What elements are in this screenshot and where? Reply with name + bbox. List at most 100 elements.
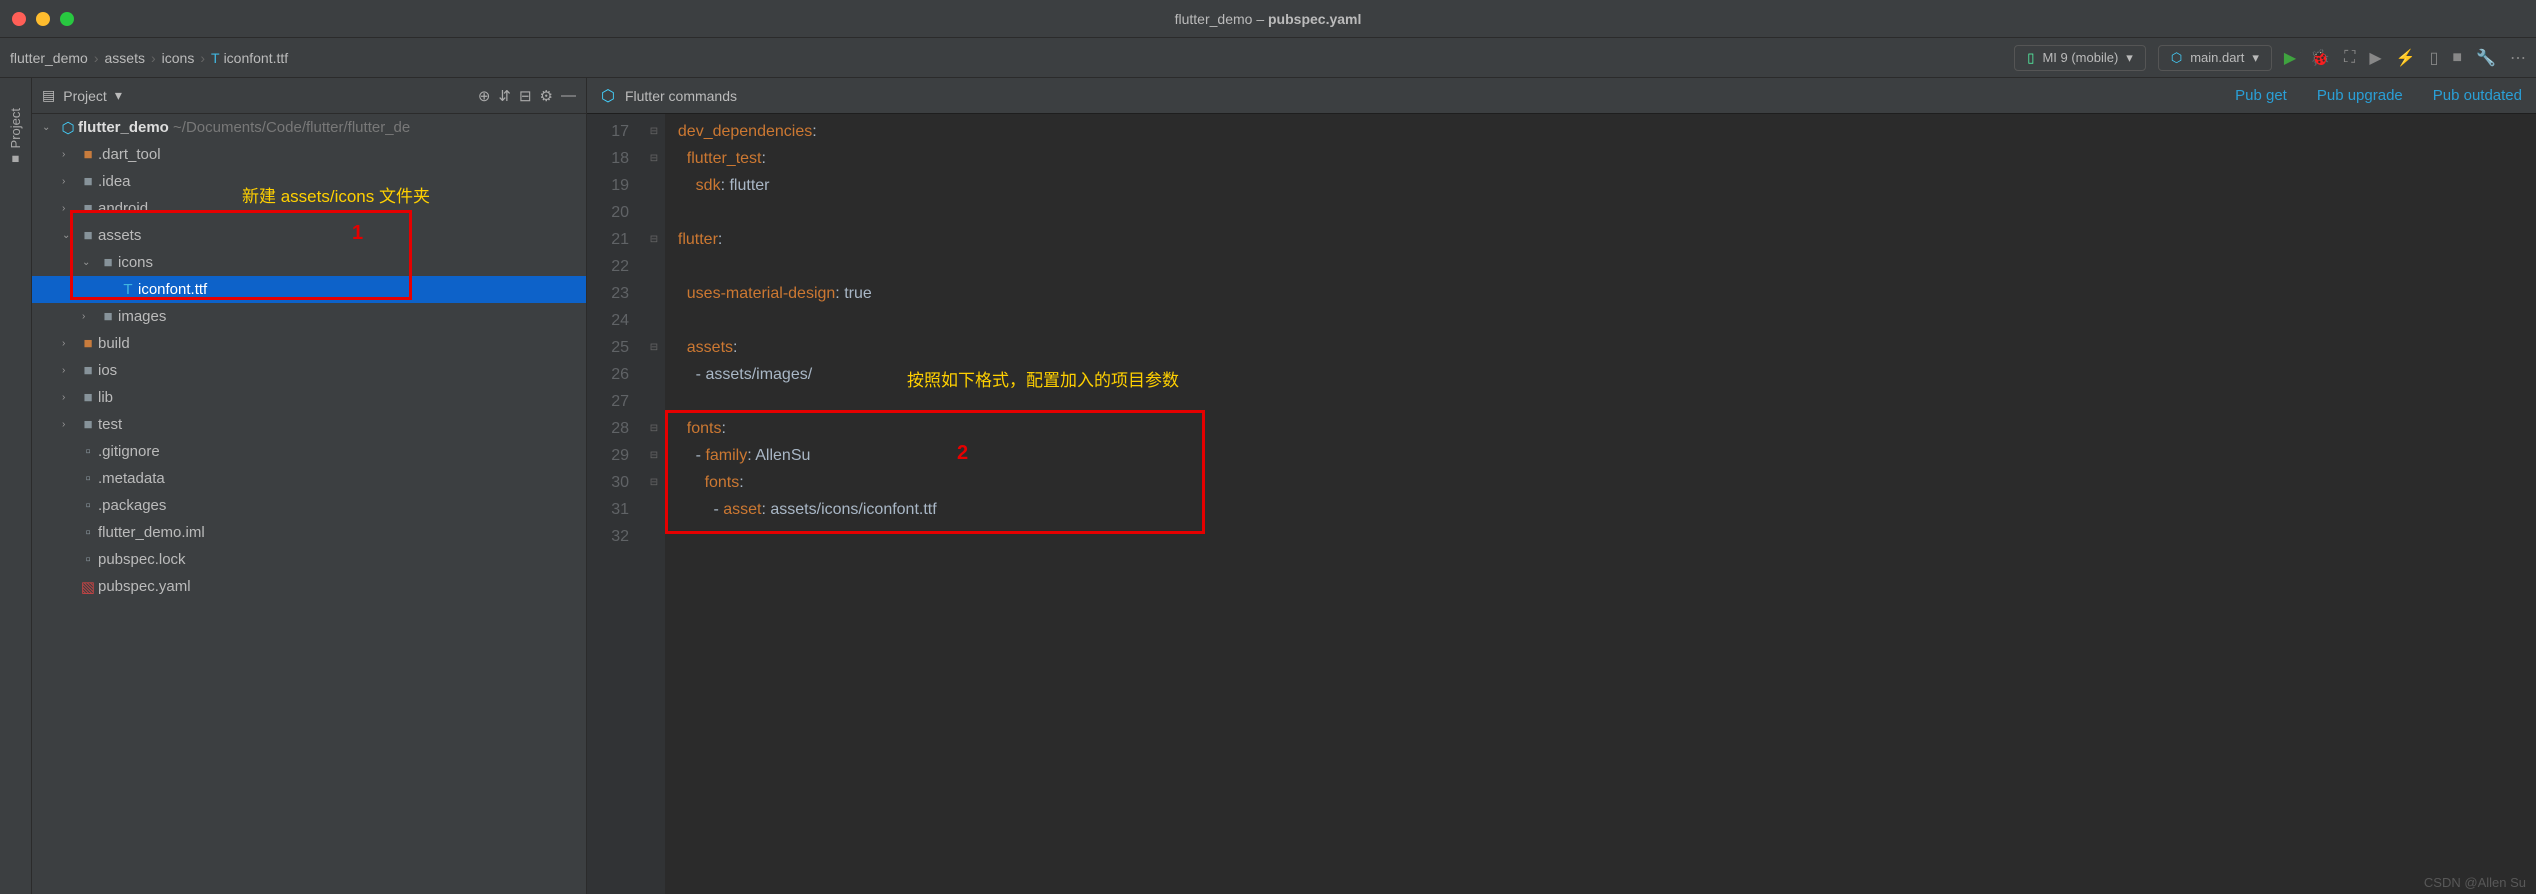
- target-icon[interactable]: ⊕: [478, 87, 491, 105]
- file-icon: ▫: [78, 551, 98, 568]
- profile-icon[interactable]: ▶: [2369, 48, 2381, 68]
- watermark: CSDN @Allen Su: [2424, 875, 2526, 890]
- tree-item-label: iconfont.ttf: [138, 281, 207, 298]
- tree-item-label: icons: [118, 254, 153, 271]
- code-line[interactable]: [665, 388, 2536, 415]
- run-config-selector[interactable]: ⬡ main.dart ▾: [2158, 45, 2272, 71]
- gear-icon[interactable]: ⚙: [540, 87, 553, 105]
- tree-item--gitignore[interactable]: ▫.gitignore: [32, 438, 586, 465]
- tree-item-lib[interactable]: ›■lib: [32, 384, 586, 411]
- titlebar: flutter_demo – pubspec.yaml: [0, 0, 2536, 38]
- tree-item-iconfont-ttf[interactable]: Ticonfont.ttf: [32, 276, 586, 303]
- more-icon[interactable]: ⋯: [2510, 48, 2526, 68]
- flutter-icon: ⬡: [2171, 50, 2182, 66]
- run-actions: ▶ 🐞 ⛶ ▶ ⚡ ▯ ■ 🔧 ⋯: [2284, 48, 2526, 68]
- tree-item--packages[interactable]: ▫.packages: [32, 492, 586, 519]
- code-line[interactable]: dev_dependencies:: [665, 118, 2536, 145]
- run-icon[interactable]: ▶: [2284, 48, 2296, 68]
- folder-icon: ■: [78, 362, 98, 379]
- tree-item-pubspec-yaml[interactable]: ▧pubspec.yaml: [32, 573, 586, 600]
- stop-icon[interactable]: ■: [2452, 49, 2462, 67]
- commands-label: Flutter commands: [625, 88, 737, 104]
- chevron-down-icon: ▾: [2126, 50, 2133, 66]
- tree-item-android[interactable]: ›■android: [32, 195, 586, 222]
- flutter-icon: ⬡: [58, 119, 78, 137]
- panel-title[interactable]: Project: [63, 88, 107, 104]
- fold-gutter[interactable]: ⊟⊟⊟⊟⊟⊟⊟: [643, 114, 665, 894]
- minimize-window[interactable]: [36, 12, 50, 26]
- tree-item-icons[interactable]: ⌄■icons: [32, 249, 586, 276]
- tree-item-label: android: [98, 200, 148, 217]
- file-icon: ▫: [78, 470, 98, 487]
- pub-outdated-link[interactable]: Pub outdated: [2433, 87, 2522, 104]
- code-line[interactable]: - assets/images/: [665, 361, 2536, 388]
- project-tree[interactable]: ⌄ ⬡ flutter_demo ~/Documents/Code/flutte…: [32, 114, 586, 894]
- folder-icon: ■: [78, 335, 98, 352]
- hide-icon[interactable]: —: [561, 87, 576, 104]
- font-icon: T: [211, 50, 220, 66]
- project-tab[interactable]: ■ Project: [8, 98, 23, 177]
- tree-item-assets[interactable]: ⌄■assets: [32, 222, 586, 249]
- tree-root[interactable]: ⌄ ⬡ flutter_demo ~/Documents/Code/flutte…: [32, 114, 586, 141]
- tree-item-build[interactable]: ›■build: [32, 330, 586, 357]
- file-icon: ▫: [78, 443, 98, 460]
- device-selector[interactable]: ▯ MI 9 (mobile) ▾: [2014, 45, 2146, 71]
- code-line[interactable]: flutter:: [665, 226, 2536, 253]
- tree-item--dart_tool[interactable]: ›■.dart_tool: [32, 141, 586, 168]
- code-editor[interactable]: 17181920212223242526272829303132 ⊟⊟⊟⊟⊟⊟⊟…: [587, 114, 2536, 894]
- tree-item-pubspec-lock[interactable]: ▫pubspec.lock: [32, 546, 586, 573]
- code-line[interactable]: - family: AllenSu: [665, 442, 2536, 469]
- code-line[interactable]: - asset: assets/icons/iconfont.ttf: [665, 496, 2536, 523]
- folder-icon: ■: [78, 173, 98, 190]
- maximize-window[interactable]: [60, 12, 74, 26]
- tree-item-label: build: [98, 335, 130, 352]
- debug-icon[interactable]: 🐞: [2310, 48, 2330, 68]
- folder-icon: ■: [78, 200, 98, 217]
- file-icon: ▫: [78, 497, 98, 514]
- crumb-root[interactable]: flutter_demo: [10, 50, 88, 66]
- left-rail: ■ Project: [0, 78, 32, 894]
- hot-reload-icon[interactable]: ⚡: [2396, 48, 2416, 68]
- tree-item--idea[interactable]: ›■.idea: [32, 168, 586, 195]
- tree-item-label: flutter_demo.iml: [98, 524, 205, 541]
- tree-item-label: pubspec.yaml: [98, 578, 191, 595]
- tree-item-label: test: [98, 416, 122, 433]
- expand-icon[interactable]: ⇵: [498, 87, 511, 105]
- code-line[interactable]: fonts:: [665, 469, 2536, 496]
- breadcrumbs[interactable]: flutter_demo › assets › icons › T iconfo…: [10, 50, 288, 66]
- folder-icon: ■: [78, 416, 98, 433]
- code-line[interactable]: flutter_test:: [665, 145, 2536, 172]
- folder-icon: ■: [78, 227, 98, 244]
- close-window[interactable]: [12, 12, 26, 26]
- phone-icon: ▯: [2027, 50, 2034, 66]
- pub-get-link[interactable]: Pub get: [2235, 87, 2287, 104]
- flutter-commands-bar: ⬡ Flutter commands Pub get Pub upgrade P…: [587, 78, 2536, 114]
- coverage-icon[interactable]: ⛶: [2344, 49, 2355, 67]
- crumb-file[interactable]: iconfont.ttf: [224, 50, 289, 66]
- code-line[interactable]: [665, 253, 2536, 280]
- code-line[interactable]: [665, 199, 2536, 226]
- tree-item-images[interactable]: ›■images: [32, 303, 586, 330]
- font-icon: T: [118, 281, 138, 298]
- project-panel-header: ▤ Project ▾ ⊕ ⇵ ⊟ ⚙ —: [32, 78, 586, 114]
- tree-item-flutter_demo-iml[interactable]: ▫flutter_demo.iml: [32, 519, 586, 546]
- crumb-1[interactable]: assets: [105, 50, 145, 66]
- attach-icon[interactable]: ▯: [2430, 48, 2439, 68]
- crumb-2[interactable]: icons: [162, 50, 195, 66]
- tree-item-test[interactable]: ›■test: [32, 411, 586, 438]
- code-line[interactable]: assets:: [665, 334, 2536, 361]
- code-line[interactable]: sdk: flutter: [665, 172, 2536, 199]
- code-line[interactable]: fonts:: [665, 415, 2536, 442]
- tree-item-label: .packages: [98, 497, 166, 514]
- tree-item-ios[interactable]: ›■ios: [32, 357, 586, 384]
- tree-item--metadata[interactable]: ▫.metadata: [32, 465, 586, 492]
- pub-upgrade-link[interactable]: Pub upgrade: [2317, 87, 2403, 104]
- tree-item-label: lib: [98, 389, 113, 406]
- chevron-down-icon[interactable]: ▾: [115, 87, 122, 104]
- code-line[interactable]: uses-material-design: true: [665, 280, 2536, 307]
- collapse-icon[interactable]: ⊟: [519, 87, 532, 105]
- devtools-icon[interactable]: 🔧: [2476, 48, 2496, 68]
- code-line[interactable]: [665, 307, 2536, 334]
- code-content[interactable]: dev_dependencies: flutter_test: sdk: flu…: [665, 114, 2536, 894]
- code-line[interactable]: [665, 523, 2536, 550]
